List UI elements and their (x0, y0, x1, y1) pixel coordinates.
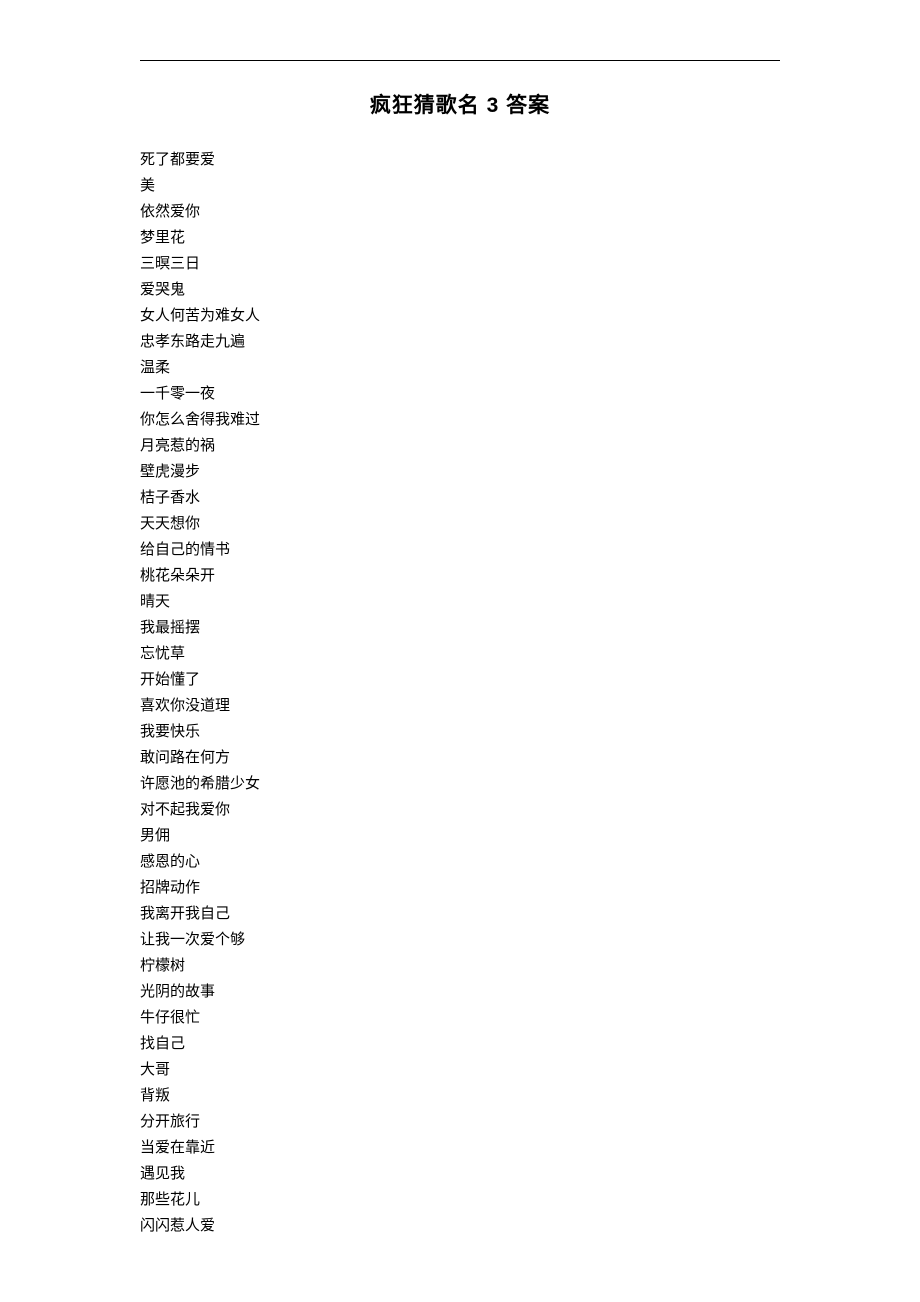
song-item: 喜欢你没道理 (140, 693, 780, 719)
song-list: 死了都要爱美依然爱你梦里花三暝三日爱哭鬼女人何苦为难女人忠孝东路走九遍温柔一千零… (140, 147, 780, 1239)
song-item: 女人何苦为难女人 (140, 303, 780, 329)
song-item: 分开旅行 (140, 1109, 780, 1135)
song-item: 忠孝东路走九遍 (140, 329, 780, 355)
song-item: 月亮惹的祸 (140, 433, 780, 459)
song-item: 忘忧草 (140, 641, 780, 667)
song-item: 招牌动作 (140, 875, 780, 901)
song-item: 给自己的情书 (140, 537, 780, 563)
song-item: 让我一次爱个够 (140, 927, 780, 953)
song-item: 敢问路在何方 (140, 745, 780, 771)
song-item: 梦里花 (140, 225, 780, 251)
song-item: 我最摇摆 (140, 615, 780, 641)
song-item: 我要快乐 (140, 719, 780, 745)
song-item: 壁虎漫步 (140, 459, 780, 485)
song-item: 对不起我爱你 (140, 797, 780, 823)
song-item: 死了都要爱 (140, 147, 780, 173)
song-item: 光阴的故事 (140, 979, 780, 1005)
song-item: 感恩的心 (140, 849, 780, 875)
song-item: 天天想你 (140, 511, 780, 537)
document-page: 疯狂猜歌名 3 答案 死了都要爱美依然爱你梦里花三暝三日爱哭鬼女人何苦为难女人忠… (0, 60, 920, 1239)
song-item: 牛仔很忙 (140, 1005, 780, 1031)
song-item: 依然爱你 (140, 199, 780, 225)
song-item: 桃花朵朵开 (140, 563, 780, 589)
song-item: 那些花儿 (140, 1187, 780, 1213)
song-item: 当爱在靠近 (140, 1135, 780, 1161)
song-item: 三暝三日 (140, 251, 780, 277)
song-item: 男佣 (140, 823, 780, 849)
song-item: 爱哭鬼 (140, 277, 780, 303)
song-item: 闪闪惹人爱 (140, 1213, 780, 1239)
song-item: 美 (140, 173, 780, 199)
song-item: 大哥 (140, 1057, 780, 1083)
song-item: 找自己 (140, 1031, 780, 1057)
song-item: 许愿池的希腊少女 (140, 771, 780, 797)
song-item: 晴天 (140, 589, 780, 615)
song-item: 遇见我 (140, 1161, 780, 1187)
song-item: 一千零一夜 (140, 381, 780, 407)
song-item: 温柔 (140, 355, 780, 381)
top-divider (140, 60, 780, 61)
song-item: 你怎么舍得我难过 (140, 407, 780, 433)
song-item: 开始懂了 (140, 667, 780, 693)
document-title: 疯狂猜歌名 3 答案 (140, 89, 780, 119)
song-item: 背叛 (140, 1083, 780, 1109)
song-item: 桔子香水 (140, 485, 780, 511)
song-item: 柠檬树 (140, 953, 780, 979)
song-item: 我离开我自己 (140, 901, 780, 927)
